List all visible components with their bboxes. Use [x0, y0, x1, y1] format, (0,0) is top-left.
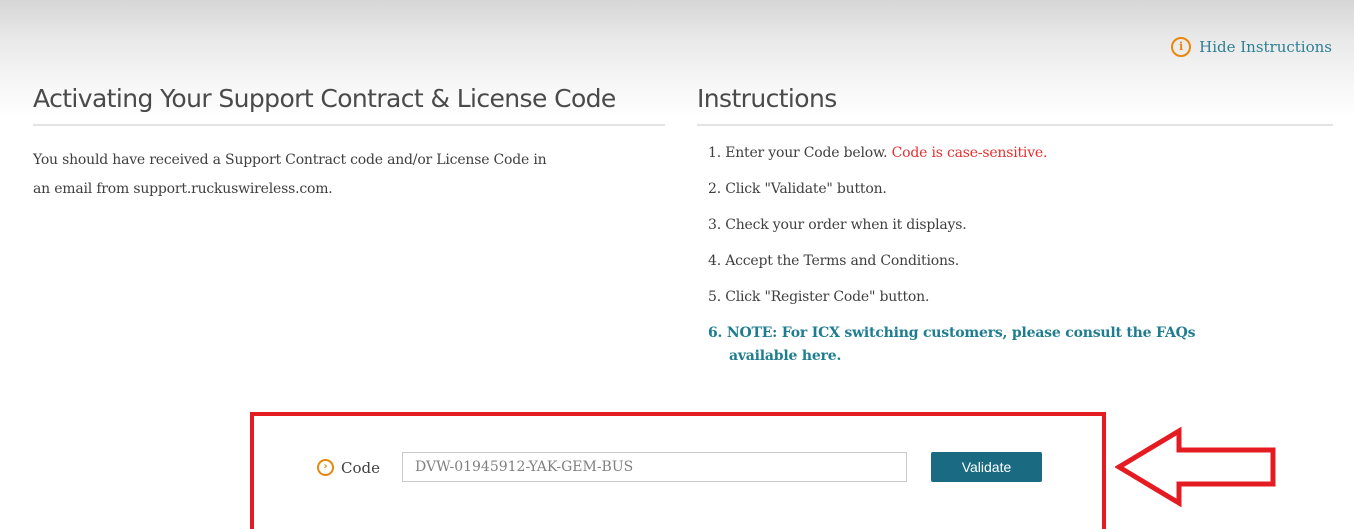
chevron-circle-right-icon: › [317, 458, 334, 476]
validate-button[interactable]: Validate [931, 452, 1042, 482]
info-icon: i [1171, 37, 1192, 57]
note-line-1: 6. NOTE: For ICX switching customers, pl… [708, 325, 1196, 341]
activation-title: Activating Your Support Contract & Licen… [33, 84, 665, 126]
code-form: › Code Validate [317, 452, 1042, 482]
instructions-section: Instructions 1. Enter your Code below. C… [697, 84, 1333, 368]
intro-line-2: an email from support.ruckuswireless.com… [33, 181, 333, 197]
hide-instructions-label: Hide Instructions [1199, 38, 1332, 56]
page: i Hide Instructions Activating Your Supp… [0, 0, 1354, 529]
instruction-step-3: 3. Check your order when it displays. [708, 217, 967, 233]
intro-line-1: You should have received a Support Contr… [33, 152, 547, 168]
instruction-step-5: 5. Click "Register Code" button. [708, 289, 930, 305]
code-input[interactable] [402, 452, 907, 482]
activation-intro: You should have received a Support Contr… [33, 146, 665, 204]
instruction-step-6-note: 6. NOTE: For ICX switching customers, pl… [708, 322, 1333, 368]
instruction-step-2: 2. Click "Validate" button. [708, 181, 887, 197]
instructions-list: 1. Enter your Code below. Code is case-s… [708, 142, 1333, 368]
faq-link[interactable]: available here. [708, 345, 1333, 368]
activation-section: Activating Your Support Contract & Licen… [33, 84, 665, 204]
code-label: Code [341, 459, 380, 477]
instruction-step-1: 1. Enter your Code below. Code is case-s… [708, 142, 1333, 165]
instructions-title: Instructions [697, 84, 1333, 126]
step-1-text: 1. Enter your Code below. [708, 145, 888, 161]
instruction-step-4: 4. Accept the Terms and Conditions. [708, 253, 959, 269]
case-sensitive-warning: Code is case-sensitive. [891, 145, 1048, 161]
pointer-arrow-icon [1115, 426, 1276, 508]
hide-instructions-link[interactable]: i Hide Instructions [1171, 37, 1332, 57]
